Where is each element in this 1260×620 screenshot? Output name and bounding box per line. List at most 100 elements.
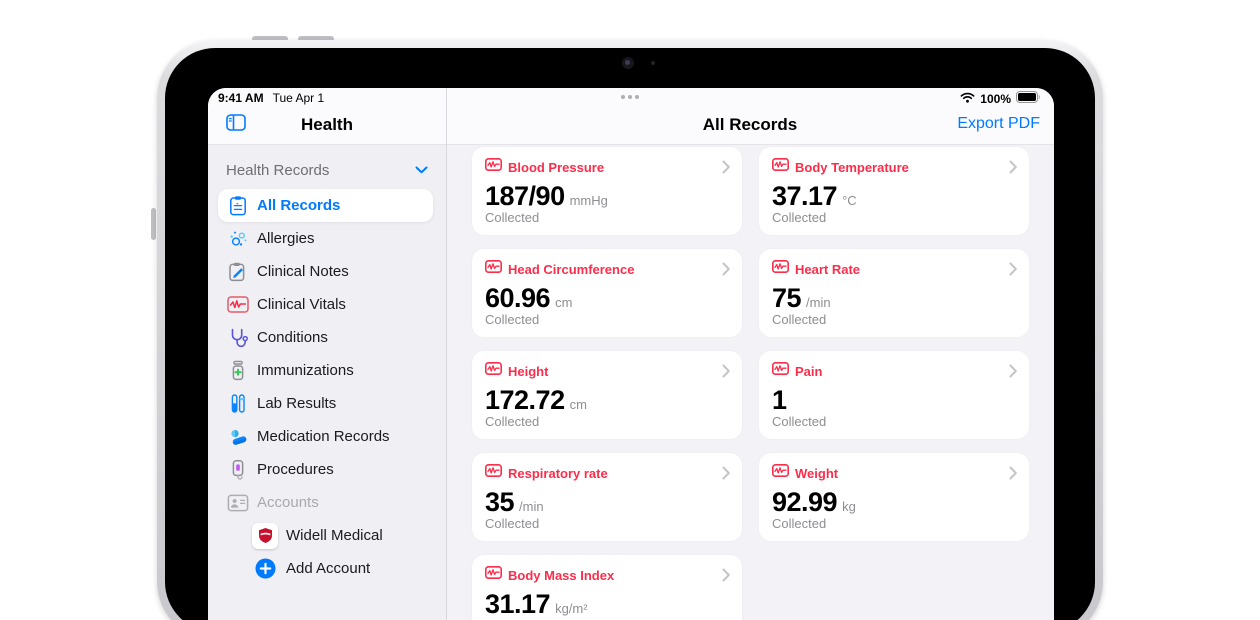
medication-records-icon (226, 426, 249, 448)
sidebar-item-lab-results[interactable]: Lab Results (208, 387, 446, 420)
sidebar-item-immunizations[interactable]: Immunizations (208, 354, 446, 387)
record-card-weight[interactable]: Weight 92.99kg Collected (759, 453, 1029, 541)
record-card-pain[interactable]: Pain 1 Collected (759, 351, 1029, 439)
app-title: Health (208, 115, 446, 135)
collected-label: Collected (772, 414, 826, 429)
section-title: Health Records (226, 162, 329, 179)
multitasking-indicator[interactable] (621, 95, 639, 99)
waveform-icon (485, 464, 502, 482)
sidebar-item-add-account[interactable]: Add Account (208, 552, 446, 585)
record-value: 1 (772, 385, 787, 416)
record-card-head-circumference[interactable]: Head Circumference 60.96cm Collected (472, 249, 742, 337)
record-title: Blood Pressure (508, 160, 604, 175)
sidebar-item-label: Allergies (257, 230, 315, 247)
sidebar-item-label: Lab Results (257, 395, 336, 412)
chevron-right-icon (722, 160, 730, 174)
chevron-down-icon[interactable] (415, 161, 428, 179)
conditions-icon (226, 327, 249, 349)
record-unit: /min (806, 295, 831, 310)
chevron-right-icon (1009, 364, 1017, 378)
waveform-icon (485, 362, 502, 380)
record-card-height[interactable]: Height 172.72cm Collected (472, 351, 742, 439)
status-time: 9:41 AM (218, 91, 264, 105)
sidebar-item-label: Accounts (257, 494, 319, 511)
record-value: 75 (772, 283, 801, 314)
sidebar-item-medication-records[interactable]: Medication Records (208, 420, 446, 453)
record-unit: cm (555, 295, 572, 310)
sidebar-item-label: Immunizations (257, 362, 354, 379)
wifi-icon (960, 92, 975, 106)
chevron-right-icon (722, 466, 730, 480)
widell-medical-logo (252, 525, 278, 547)
record-title: Height (508, 364, 548, 379)
record-title: Pain (795, 364, 822, 379)
clinical-vitals-icon (226, 294, 249, 316)
export-pdf-button[interactable]: Export PDF (957, 115, 1040, 133)
header-divider (208, 144, 1054, 145)
chevron-right-icon (1009, 262, 1017, 276)
allergies-icon (226, 228, 249, 250)
chevron-right-icon (722, 568, 730, 582)
collected-label: Collected (485, 210, 539, 225)
record-title: Head Circumference (508, 262, 634, 277)
front-camera (622, 57, 634, 69)
waveform-icon (485, 566, 502, 584)
sidebar-item-accounts: Accounts (208, 486, 446, 519)
record-value: 35 (485, 487, 514, 518)
battery-icon (1016, 91, 1041, 106)
record-unit: mmHg (570, 193, 608, 208)
lab-results-icon (226, 393, 249, 415)
collected-label: Collected (772, 312, 826, 327)
record-value: 172.72 (485, 385, 565, 416)
waveform-icon (485, 260, 502, 278)
record-unit: kg (842, 499, 856, 514)
all-records-icon (226, 195, 249, 217)
health-records-section-header[interactable]: Health Records (208, 159, 446, 181)
record-title: Respiratory rate (508, 466, 608, 481)
collected-label: Collected (485, 516, 539, 531)
record-card-body-temperature[interactable]: Body Temperature 37.17°C Collected (759, 147, 1029, 235)
chevron-right-icon (1009, 466, 1017, 480)
sidebar-item-clinical-notes[interactable]: Clinical Notes (208, 255, 446, 288)
sidebar-item-label: Clinical Vitals (257, 296, 346, 313)
records-grid: Blood Pressure 187/90mmHg Collected Body… (472, 147, 1029, 620)
waveform-icon (772, 260, 789, 278)
chevron-right-icon (722, 364, 730, 378)
sidebar-item-clinical-vitals[interactable]: Clinical Vitals (208, 288, 446, 321)
ipad-screen: 9:41 AM Tue Apr 1 100% Health All Record… (208, 88, 1054, 620)
sidebar-item-label: Procedures (257, 461, 334, 478)
side-button (151, 208, 156, 240)
sidebar-item-all-records[interactable]: All Records (218, 189, 433, 222)
accounts-icon (226, 492, 249, 514)
record-card-heart-rate[interactable]: Heart Rate 75/min Collected (759, 249, 1029, 337)
record-card-respiratory-rate[interactable]: Respiratory rate 35/min Collected (472, 453, 742, 541)
chevron-right-icon (1009, 160, 1017, 174)
battery-percent: 100% (980, 92, 1011, 106)
sidebar-item-widell-medical[interactable]: Widell Medical (208, 519, 446, 552)
record-unit: cm (570, 397, 587, 412)
collected-label: Collected (772, 516, 826, 531)
waveform-icon (772, 158, 789, 176)
waveform-icon (485, 158, 502, 176)
record-card-body-mass-index[interactable]: Body Mass Index 31.17kg/m² Collected (472, 555, 742, 620)
record-value: 60.96 (485, 283, 550, 314)
sidebar-divider (446, 88, 447, 620)
record-title: Body Mass Index (508, 568, 614, 583)
immunizations-icon (226, 360, 249, 382)
status-bar-left: 9:41 AM Tue Apr 1 (218, 91, 324, 105)
record-card-blood-pressure[interactable]: Blood Pressure 187/90mmHg Collected (472, 147, 742, 235)
sidebar-item-procedures[interactable]: Procedures (208, 453, 446, 486)
sidebar-item-allergies[interactable]: Allergies (208, 222, 446, 255)
record-title: Weight (795, 466, 838, 481)
sidebar-item-label: Conditions (257, 329, 328, 346)
record-unit: °C (842, 193, 857, 208)
sidebar-item-label: All Records (257, 197, 340, 214)
sidebar-item-label: Add Account (286, 560, 370, 577)
sidebar-item-label: Medication Records (257, 428, 390, 445)
record-value: 37.17 (772, 181, 837, 212)
record-value: 31.17 (485, 589, 550, 620)
chevron-right-icon (722, 262, 730, 276)
clinical-notes-icon (226, 261, 249, 283)
record-unit: /min (519, 499, 544, 514)
sidebar-item-conditions[interactable]: Conditions (208, 321, 446, 354)
